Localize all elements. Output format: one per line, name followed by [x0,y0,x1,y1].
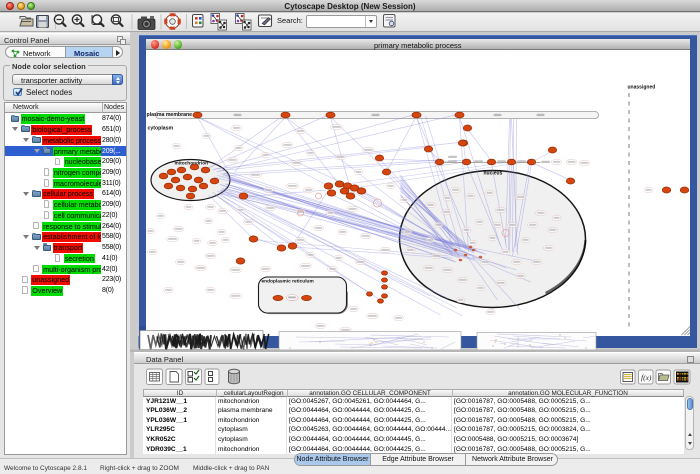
svg-text:unassigned: unassigned [627,85,655,91]
svg-text:cytoplasm: cytoplasm [147,126,173,132]
svg-text:endoplasmic reticulum: endoplasmic reticulum [261,279,313,285]
svg-text:plasma membrane: plasma membrane [146,112,192,118]
svg-text:f(x): f(x) [641,373,652,382]
